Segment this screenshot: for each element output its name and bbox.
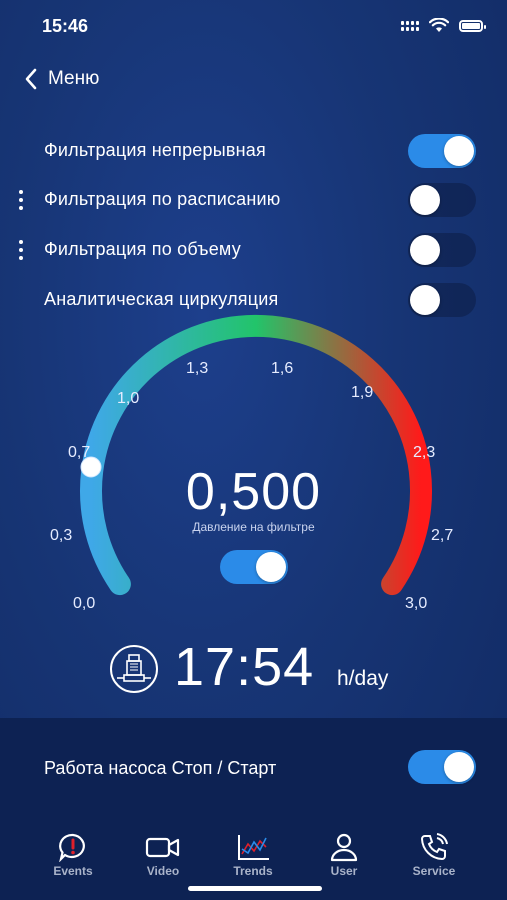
pump-icon (110, 645, 158, 693)
alert-bubble-icon (59, 833, 85, 862)
tab-events[interactable]: Events (38, 832, 108, 878)
pump-hours-value: 17:54 (174, 637, 315, 697)
pressure-value: 0,500 (185, 463, 322, 521)
tab-video[interactable]: Video (128, 832, 198, 878)
tab-label: Service (412, 864, 456, 878)
tab-trends[interactable]: Trends (218, 832, 288, 878)
pump-control-toggle[interactable] (408, 750, 476, 784)
tab-bar: Events Video Trends User Service (0, 832, 507, 892)
gauge-tick: 1,3 (186, 360, 209, 377)
gauge-arc (80, 314, 432, 596)
tab-label: Trends (233, 864, 273, 878)
tab-label: User (330, 864, 358, 878)
gauge-tick: 0,0 (73, 595, 96, 612)
gauge-tick: 1,9 (351, 384, 374, 401)
tab-service[interactable]: Service (399, 832, 469, 878)
gauge-toggle[interactable] (220, 550, 288, 584)
pump-hours-unit: h/day (337, 667, 389, 690)
trend-chart-icon (238, 835, 269, 860)
pump-control-label: Работа насоса Стоп / Старт (44, 758, 277, 778)
home-indicator (188, 886, 322, 891)
user-icon (330, 833, 358, 862)
gauge-tick: 2,3 (413, 444, 436, 461)
tab-label: Events (53, 864, 93, 878)
tab-label: Video (146, 864, 180, 878)
service-phone-icon (420, 833, 448, 861)
gauge-tick: 3,0 (405, 595, 428, 612)
gauge-tick: 1,0 (117, 390, 140, 407)
gauge-tick: 1,6 (271, 360, 294, 377)
pressure-caption: Давление на фильтре (192, 520, 315, 534)
video-camera-icon (145, 837, 180, 858)
gauge-tick: 0,7 (68, 444, 91, 461)
tab-user[interactable]: User (309, 832, 379, 878)
